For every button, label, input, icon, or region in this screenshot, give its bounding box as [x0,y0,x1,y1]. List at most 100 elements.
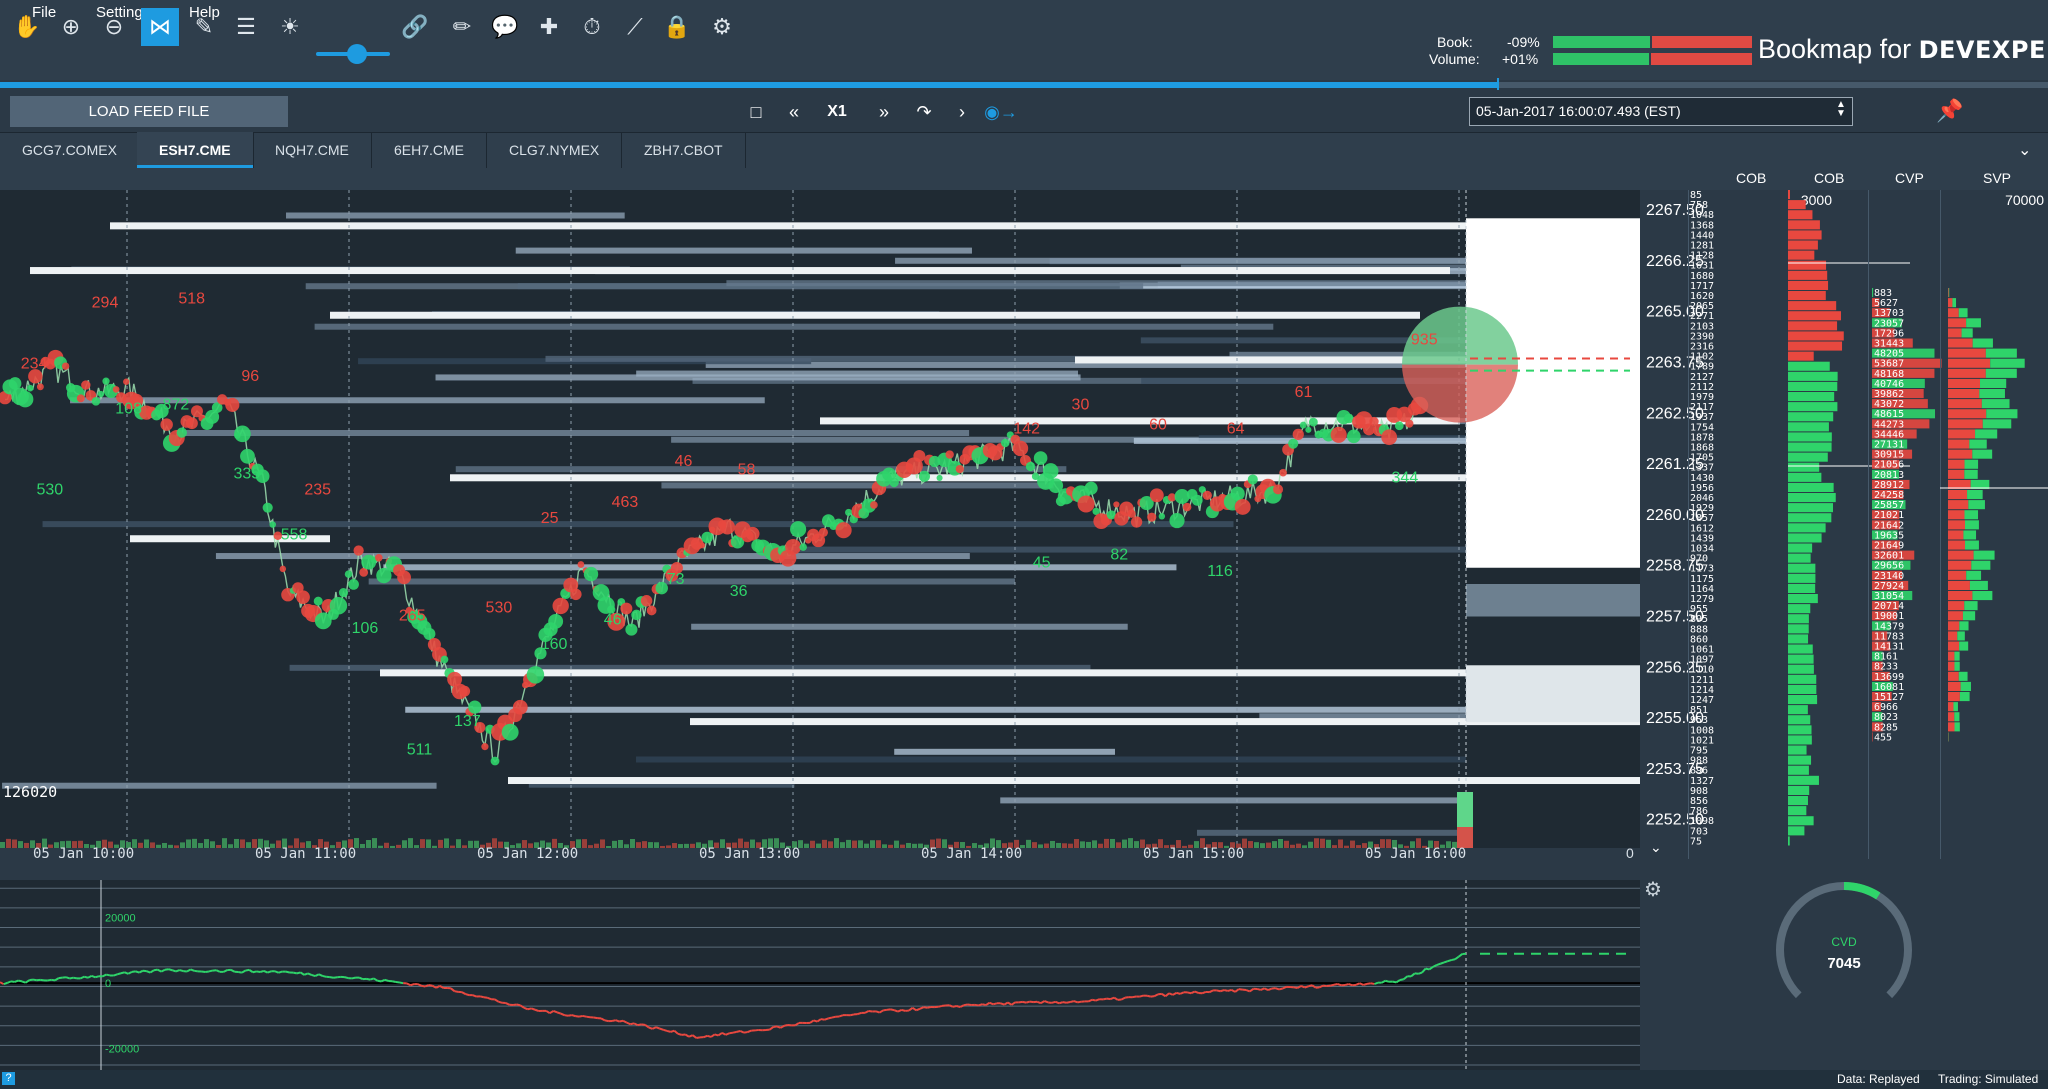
trade-bubble [1273,484,1284,495]
trade-bubble [102,377,110,385]
svp-bar-sell [1948,661,1955,671]
trade-annotation: 108 [115,400,142,417]
cob-bar [1788,321,1838,331]
volume-bar-current-bid [1457,792,1473,827]
chat-icon[interactable]: 💬 [486,8,524,46]
tab-gcg7-comex[interactable]: GCG7.COMEX [0,132,140,168]
step-forward-icon[interactable]: › [947,98,977,126]
trade-bubble [1292,428,1304,441]
tab-6eh7-cme[interactable]: 6EH7.CME [372,132,488,168]
svp-bar-sell [1948,601,1965,611]
pin-icon[interactable]: 📌 [1936,98,1963,124]
cvd-line-segment [1066,1001,1071,1004]
zoom-in-icon[interactable]: ⊕ [52,8,90,46]
volume-bar [462,845,467,848]
cob-bar [1788,806,1807,816]
volume-bar [1290,844,1295,848]
brush-icon[interactable]: ✎ [185,8,223,46]
cvd-line-segment [124,971,129,975]
cob-bar [1788,493,1836,503]
svp-bar-sell [1948,409,1987,419]
brightness-slider-handle[interactable] [346,44,367,64]
gear-icon[interactable]: ⚙ [703,8,741,46]
volume-bar [402,840,407,848]
stopwatch-icon[interactable]: ⏱ [573,8,611,46]
svp-bar-sell [1948,469,1965,479]
datetime-selector[interactable]: 05-Jan-2017 16:00:07.493 (EST) [1469,97,1853,126]
volume-bar [870,840,875,848]
cvd-gauge-panel: ⚙ CVD 7045 [1640,874,2048,1070]
liquidity-band [726,280,1466,287]
cvd-line-segment [259,969,265,973]
speed-selector[interactable]: X1 [822,98,852,126]
lock-icon[interactable]: 🔒 [658,8,696,46]
cvd-line-segment [1139,994,1144,998]
play-live-icon[interactable]: ◉→ [984,98,1018,126]
trade-bubble [1077,495,1095,513]
trade-bubble [1042,463,1059,479]
cvd-line-segment [875,1010,880,1014]
brightness-icon[interactable]: ☀ [271,8,309,46]
replay-progress-fill [0,82,1498,88]
crosshair-icon[interactable]: ✚ [530,8,568,46]
volume-bar [894,840,899,848]
rewind-icon[interactable]: « [779,98,809,126]
trade-bubble [296,590,310,604]
link-icon[interactable]: 🔗 [396,8,434,46]
cvd-line-segment [1069,1000,1075,1004]
cvd-line-segment [311,974,316,978]
share-icon[interactable]: ⋈ [141,8,179,46]
book-ask-bar [1652,36,1752,48]
replay-progress-handle[interactable] [1497,78,1499,90]
trade-bubble [112,386,120,393]
cvd-chart[interactable]: 20000 0 -20000 [0,880,1640,1070]
svp-bar-buy [1979,389,2005,399]
cob-bar [1788,796,1808,806]
hand-icon[interactable]: ✋ [8,8,46,46]
svp-bar-sell [1948,358,1991,368]
trade-annotation: 160 [541,636,568,653]
cvd-line-segment [285,970,290,974]
jump-icon[interactable]: ↷ [909,98,939,126]
cvd-line-segment [992,1002,998,1006]
liquidity-band [661,482,1054,489]
cvd-line-segment [978,1003,983,1007]
tab-esh7-cme[interactable]: ESH7.CME [137,132,254,168]
stop-icon[interactable]: □ [741,98,771,126]
tab-nqh7-cme[interactable]: NQH7.CME [253,132,372,168]
svp-bar-buy [1964,510,1979,520]
tab-zbh7-cbot[interactable]: ZBH7.CBOT [622,132,746,168]
volume-bar [144,839,149,848]
svp-bar-buy [1964,469,1978,479]
time-axis-label: 05 Jan 11:00 [255,846,356,859]
datetime-spinner-icon[interactable]: ▲ ▼ [1836,100,1846,119]
tab-clg7-nymex[interactable]: CLG7.NYMEX [487,132,623,168]
layers-icon[interactable]: ☰ [227,8,265,46]
svp-bar-buy [1954,712,1960,722]
cvd-line-segment [619,1019,624,1023]
fast-forward-icon[interactable]: » [869,98,899,126]
cob-bar [1788,543,1813,553]
load-feed-file-button[interactable]: LOAD FEED FILE [10,96,288,127]
cvd-line-segment [1062,1001,1067,1004]
heatmap-chart[interactable]: 234 294 518 96 108 872 530 335 235 558 106 265 530 51… [0,190,1640,859]
volume-bar [210,841,215,848]
time-axis-label: 05 Jan 13:00 [699,846,800,859]
pencil-icon[interactable]: ✏ [443,8,481,46]
volume-bar [1044,843,1049,848]
cvd-line-segment [29,978,34,982]
trade-bubble [26,384,34,392]
cob-bar [1788,210,1813,220]
cob-bar [1788,725,1812,735]
cvd-line-segment [677,1032,682,1036]
volume-bar [1272,841,1277,848]
help-icon[interactable]: ? [2,1072,15,1085]
svp-bar-buy [1958,308,1968,318]
line-chart-icon[interactable]: ⟋ [616,8,654,46]
chevron-down-icon[interactable]: ⌄ [2018,140,2031,160]
liquidity-band [314,323,1274,330]
zoom-out-icon[interactable]: ⊖ [95,8,133,46]
cvd-line-segment [369,977,375,981]
trade-bubble [1247,474,1258,485]
cob-bar [1788,220,1820,230]
